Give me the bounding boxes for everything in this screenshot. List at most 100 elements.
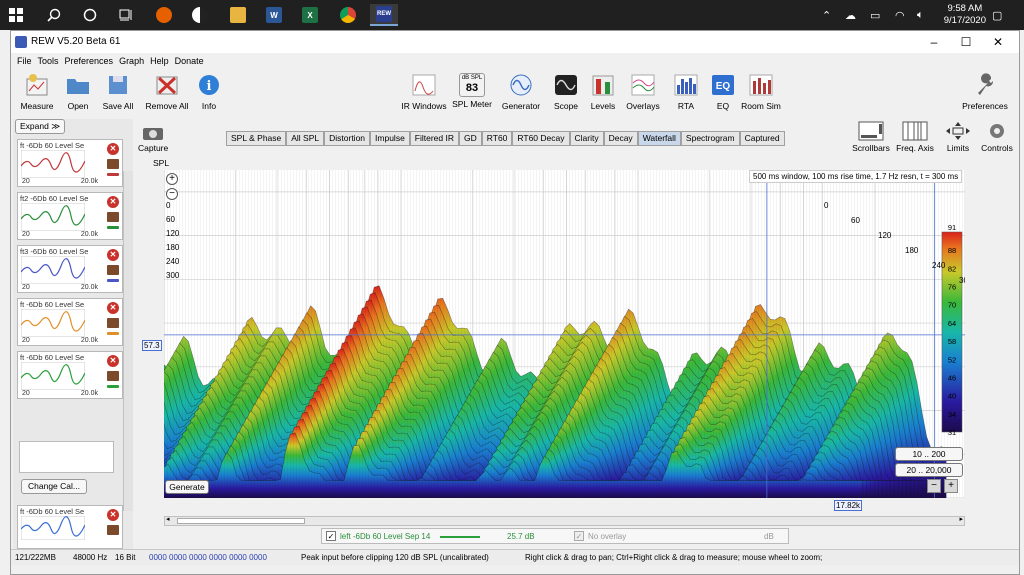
cloud-icon[interactable]: ☁ <box>845 0 856 30</box>
tab-spectrogram[interactable]: Spectrogram <box>680 131 740 146</box>
minimize-button[interactable]: – <box>919 33 949 51</box>
measurement-color-icon[interactable] <box>107 226 119 229</box>
menu-donate[interactable]: Donate <box>175 53 204 69</box>
notes-box[interactable] <box>19 441 114 473</box>
tab-spl-phase[interactable]: SPL & Phase <box>226 131 287 146</box>
tab-rt60-decay[interactable]: RT60 Decay <box>512 131 570 146</box>
remove-all-button[interactable]: Remove All <box>143 73 191 111</box>
measurement-color-icon[interactable] <box>107 279 119 282</box>
taskbar-clock[interactable]: 9:58 AM 9/17/2020 <box>944 3 986 27</box>
range-20-20000-button[interactable]: 20 .. 20,000 <box>895 463 963 477</box>
save-measurement-icon[interactable] <box>107 525 119 535</box>
excel-icon[interactable]: X <box>298 4 322 26</box>
tab-decay[interactable]: Decay <box>603 131 638 146</box>
generate-button[interactable]: Generate <box>165 480 209 494</box>
save-measurement-icon[interactable] <box>107 265 119 275</box>
zoom-in-icon[interactable]: + <box>944 479 958 493</box>
change-cal-button[interactable]: Change Cal... <box>21 479 87 494</box>
tab-filtered-ir[interactable]: Filtered IR <box>409 131 460 146</box>
zoom-out-icon[interactable]: − <box>927 479 941 493</box>
tab-rt60[interactable]: RT60 <box>481 131 513 146</box>
frequency-scrollbar[interactable]: ◂ ▸ <box>164 516 965 526</box>
zoom-out-y-icon[interactable]: − <box>166 188 178 200</box>
save-measurement-icon[interactable] <box>107 371 119 381</box>
overlay-checkbox[interactable]: ✓ <box>574 531 584 541</box>
open-button[interactable]: Open <box>61 73 95 111</box>
measurement-color-icon[interactable] <box>107 385 119 388</box>
menu-help[interactable]: Help <box>150 53 169 69</box>
menu-tools[interactable]: Tools <box>38 53 59 69</box>
room-sim-button[interactable]: Room Sim <box>741 73 781 111</box>
capture-button[interactable]: Capture <box>138 125 168 153</box>
title-bar[interactable]: REW V5.20 Beta 61 – ☐ ✕ <box>11 31 1019 53</box>
scroll-left-icon[interactable]: ◂ <box>166 515 170 523</box>
cortana-icon[interactable] <box>78 4 102 26</box>
rew-taskbar-icon[interactable]: REW <box>370 4 398 26</box>
tab-waterfall[interactable]: Waterfall <box>637 131 681 146</box>
spl-meter-button[interactable]: dB SPL 83 SPL Meter <box>451 73 493 109</box>
scrollbars-button[interactable]: Scrollbars <box>851 121 891 153</box>
file-explorer-icon[interactable] <box>226 4 250 26</box>
tab-all-spl[interactable]: All SPL <box>286 131 325 146</box>
tray-chevron-icon[interactable]: ⌃ <box>822 0 831 30</box>
delete-measurement-icon[interactable]: ✕ <box>107 302 119 314</box>
waterfall-plot[interactable]: 9080706050403020 10203040506070801002003… <box>164 170 965 498</box>
battery-icon[interactable]: ▭ <box>870 0 880 30</box>
save-all-button[interactable]: Save All <box>99 73 137 111</box>
measurement-item[interactable]: ft -6Db 60 Level Se 20 20.0k ✕ <box>17 139 123 187</box>
measurement-scrollbar[interactable] <box>123 171 133 511</box>
measure-button[interactable]: Measure <box>17 73 57 111</box>
zoom-in-y-icon[interactable]: + <box>166 173 178 185</box>
eq-button[interactable]: EQ EQ <box>709 73 737 111</box>
wifi-icon[interactable]: ◠ <box>895 0 905 30</box>
measurement-item[interactable]: ft2 -6Db 60 Level Se 20 20.0k ✕ <box>17 192 123 240</box>
scope-button[interactable]: Scope <box>549 73 583 111</box>
overlays-button[interactable]: Overlays <box>623 73 663 111</box>
info-button[interactable]: i Info <box>195 73 223 111</box>
measurement-item[interactable]: ft3 -6Db 60 Level Se 20 20.0k ✕ <box>17 245 123 293</box>
tab-clarity[interactable]: Clarity <box>569 131 604 146</box>
measurement-color-icon[interactable] <box>107 332 119 335</box>
series-visible-checkbox[interactable]: ✓ <box>326 531 336 541</box>
measurement-item[interactable]: ft -6Db 60 Level Se 20 20.0k ✕ <box>17 351 123 399</box>
controls-button[interactable]: Controls <box>979 121 1015 153</box>
notification-icon[interactable]: ▢ <box>992 0 1002 30</box>
delete-measurement-icon[interactable]: ✕ <box>107 249 119 261</box>
tab-distortion[interactable]: Distortion <box>324 131 371 146</box>
tab-captured[interactable]: Captured <box>739 131 785 146</box>
tab-gd[interactable]: GD <box>459 131 482 146</box>
delete-measurement-icon[interactable]: ✕ <box>107 355 119 367</box>
windows-start-icon[interactable] <box>4 4 28 26</box>
save-measurement-icon[interactable] <box>107 159 119 169</box>
firefox-icon[interactable] <box>152 4 176 26</box>
delete-measurement-icon[interactable]: ✕ <box>107 509 119 521</box>
maximize-button[interactable]: ☐ <box>951 33 981 51</box>
measurement-color-icon[interactable] <box>107 173 119 176</box>
expand-button[interactable]: Expand ≫ <box>15 119 66 134</box>
scrollbar-thumb[interactable] <box>177 518 305 524</box>
ir-windows-button[interactable]: IR Windows <box>399 73 449 111</box>
close-button[interactable]: ✕ <box>983 33 1013 51</box>
generator-button[interactable]: Generator <box>499 73 543 111</box>
app-icon-dark[interactable] <box>188 4 212 26</box>
range-10-200-button[interactable]: 10 .. 200 <box>895 447 963 461</box>
menu-preferences[interactable]: Preferences <box>65 53 114 69</box>
task-view-icon[interactable] <box>114 4 138 26</box>
limits-button[interactable]: Limits <box>941 121 975 153</box>
measurement-item[interactable]: ft -6Db 60 Level Se 20 20.0k ✕ <box>17 298 123 346</box>
delete-measurement-icon[interactable]: ✕ <box>107 143 119 155</box>
measurement-item[interactable]: ft -6Db 60 Level Se ✕ <box>17 505 123 549</box>
word-icon[interactable]: W <box>262 4 286 26</box>
levels-button[interactable]: Levels <box>586 73 620 111</box>
menu-file[interactable]: File <box>17 53 32 69</box>
tab-impulse[interactable]: Impulse <box>370 131 410 146</box>
preferences-button[interactable]: Preferences <box>959 73 1011 111</box>
search-icon[interactable] <box>42 4 66 26</box>
chrome-icon[interactable] <box>336 4 360 26</box>
volume-icon[interactable]: 🔈︎ <box>917 0 924 30</box>
save-measurement-icon[interactable] <box>107 318 119 328</box>
menu-graph[interactable]: Graph <box>119 53 144 69</box>
rta-button[interactable]: RTA <box>671 73 701 111</box>
save-measurement-icon[interactable] <box>107 212 119 222</box>
delete-measurement-icon[interactable]: ✕ <box>107 196 119 208</box>
